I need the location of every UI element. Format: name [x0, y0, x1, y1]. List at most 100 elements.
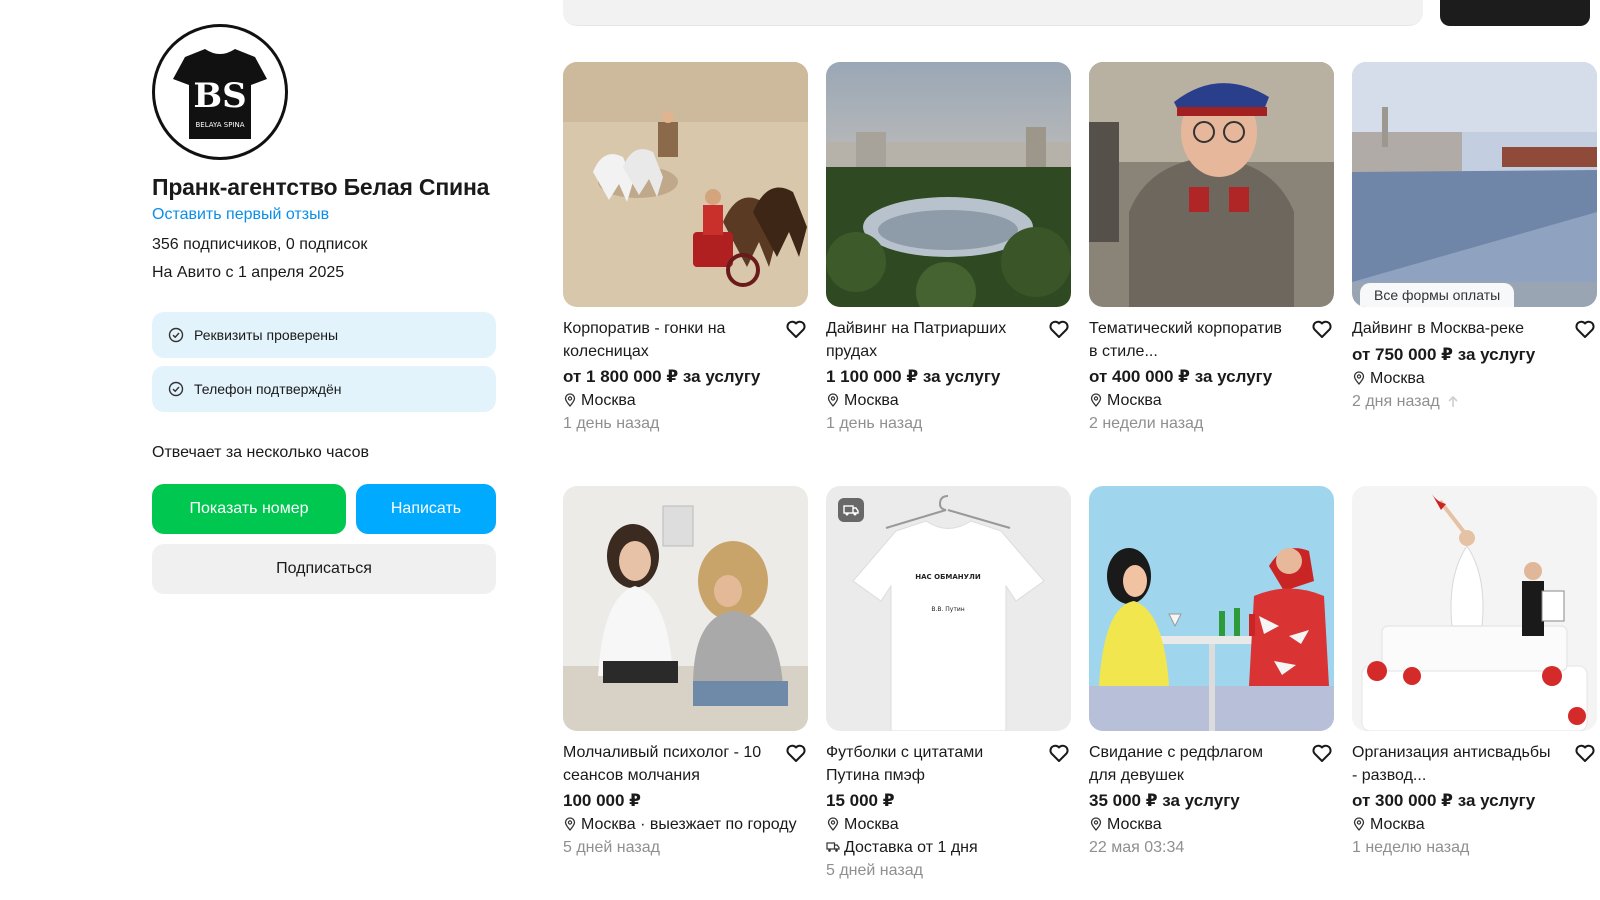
listing-card[interactable]: Дайвинг на Патриарших прудах 1 100 000 ₽… — [826, 62, 1071, 435]
wedding-cake-photo — [1352, 486, 1597, 731]
payment-options-badge: Все формы оплаты — [1360, 283, 1515, 307]
listing-location: Москва — [1352, 367, 1597, 390]
location-pin-icon — [1090, 393, 1102, 407]
listing-price: 100 000 ₽ — [563, 791, 642, 810]
listing-card[interactable]: НАС ОБМАНУЛИ В.В. Путин Футболки с цитат… — [826, 486, 1071, 882]
listing-title[interactable]: Дайвинг на Патриарших прудах — [826, 317, 1031, 363]
delivery-text: Доставка от 1 дня — [844, 839, 978, 856]
location-pin-icon — [1353, 817, 1365, 831]
search-button[interactable] — [1440, 0, 1590, 26]
listing-card[interactable]: Свидание с редфлагом для девушек 35 000 … — [1089, 486, 1334, 859]
logo-text: BS — [193, 76, 246, 116]
listing-card[interactable]: Тематический корпоратив в стиле... от 40… — [1089, 62, 1334, 435]
location-pin-icon — [827, 393, 839, 407]
seller-name: Пранк-агентство Белая Спина — [152, 174, 490, 200]
location-pin-icon — [1090, 817, 1102, 831]
listing-date-row: 2 дня назад — [1352, 390, 1597, 413]
logo-subtext: BELAYA SPINA — [195, 121, 244, 129]
listing-date: 5 дней назад — [563, 839, 660, 856]
psychologist-photo — [563, 486, 808, 731]
listing-delivery: Доставка от 1 дня — [826, 836, 1071, 859]
listing-title[interactable]: Организация антисвадьбы - развод... — [1352, 741, 1557, 787]
chariot-race-photo — [563, 62, 808, 307]
listing-location: Москва — [1089, 813, 1334, 836]
phone-verified-badge: Телефон подтверждён — [152, 366, 496, 412]
listing-card[interactable]: Все формы оплаты Дайвинг в Москва-реке о… — [1352, 62, 1597, 413]
listing-photo[interactable]: НАС ОБМАНУЛИ В.В. Путин — [826, 486, 1071, 731]
listing-date: 1 день назад — [826, 415, 923, 432]
listing-card[interactable]: Организация антисвадьбы - развод... от 3… — [1352, 486, 1597, 859]
listing-photo[interactable]: Все формы оплаты — [1352, 62, 1597, 307]
location-text: Москва — [581, 392, 636, 409]
listing-location: Москва · выезжает по городу — [563, 813, 808, 836]
location-text: Москва — [844, 392, 899, 409]
response-time: Отвечает за несколько часов — [152, 444, 369, 461]
location-text: Москва · выезжает по городу — [581, 816, 797, 833]
tshirt-quote: НАС ОБМАНУЛИ — [915, 573, 981, 581]
listing-title[interactable]: Молчаливый психолог - 10 сеансов молчани… — [563, 741, 768, 787]
listing-title[interactable]: Футболки с цитатами Путина пмэф — [826, 741, 1031, 787]
heart-icon[interactable] — [784, 317, 808, 341]
avatar[interactable]: BS BELAYA SPINA — [152, 24, 288, 160]
badge-label: Телефон подтверждён — [194, 381, 342, 397]
listing-price: от 750 000 ₽ за услугу — [1352, 345, 1536, 364]
delivery-truck-icon — [826, 842, 840, 852]
listing-title[interactable]: Свидание с редфлагом для девушек — [1089, 741, 1294, 787]
tshirt-author: В.В. Путин — [931, 606, 964, 613]
listing-date: 5 дней назад — [826, 862, 923, 879]
listing-card[interactable]: Молчаливый психолог - 10 сеансов молчани… — [563, 486, 808, 859]
verified-details-badge: Реквизиты проверены — [152, 312, 496, 358]
location-text: Москва — [844, 816, 899, 833]
member-since: На Авито с 1 апреля 2025 — [152, 264, 345, 281]
listing-title[interactable]: Корпоратив - гонки на колесницах — [563, 317, 768, 363]
heart-icon[interactable] — [1573, 741, 1597, 765]
redflag-date-illustration — [1089, 486, 1334, 731]
location-pin-icon — [564, 393, 576, 407]
listing-location: Москва — [563, 389, 808, 412]
listing-photo[interactable] — [563, 62, 808, 307]
location-text: Москва — [1107, 392, 1162, 409]
listing-price: от 400 000 ₽ за услугу — [1089, 367, 1273, 386]
seller-sidebar: BS BELAYA SPINA Пранк-агентство Белая Сп… — [152, 24, 496, 594]
check-circle-icon — [168, 381, 184, 397]
tshirt-photo: НАС ОБМАНУЛИ В.В. Путин — [826, 486, 1071, 731]
location-pin-icon — [1353, 371, 1365, 385]
location-text: Москва — [1370, 370, 1425, 387]
listing-photo[interactable] — [563, 486, 808, 731]
write-message-button[interactable]: Написать — [356, 484, 496, 534]
heart-icon[interactable] — [1573, 317, 1597, 341]
patriarch-ponds-photo — [826, 62, 1071, 307]
show-phone-button[interactable]: Показать номер — [152, 484, 346, 534]
listing-location: Москва — [826, 813, 1071, 836]
heart-icon[interactable] — [1047, 317, 1071, 341]
listing-photo[interactable] — [826, 62, 1071, 307]
listing-price: 1 100 000 ₽ за услугу — [826, 367, 1001, 386]
listing-photo[interactable] — [1089, 486, 1334, 731]
heart-icon[interactable] — [784, 741, 808, 765]
listing-location: Москва — [1089, 389, 1334, 412]
listing-location: Москва — [826, 389, 1071, 412]
heart-icon[interactable] — [1047, 741, 1071, 765]
subscribers-count: 356 подписчиков, 0 подписок — [152, 236, 368, 253]
search-bar[interactable] — [563, 0, 1423, 26]
subscribe-button[interactable]: Подписаться — [152, 544, 496, 594]
location-text: Москва — [1370, 816, 1425, 833]
listing-date: 1 неделю назад — [1352, 839, 1470, 856]
listing-card[interactable]: Корпоратив - гонки на колесницах от 1 80… — [563, 62, 808, 435]
listing-photo[interactable] — [1089, 62, 1334, 307]
heart-icon[interactable] — [1310, 741, 1334, 765]
listing-date: 22 мая 03:34 — [1089, 839, 1185, 856]
heart-icon[interactable] — [1310, 317, 1334, 341]
promoted-arrow-icon — [1448, 395, 1458, 407]
moscow-river-photo — [1352, 62, 1597, 307]
listing-price: от 300 000 ₽ за услугу — [1352, 791, 1536, 810]
listing-price: 15 000 ₽ — [826, 791, 895, 810]
listing-date: 2 дня назад — [1352, 393, 1440, 410]
listing-title[interactable]: Дайвинг в Москва-реке — [1352, 317, 1557, 340]
check-circle-icon — [168, 327, 184, 343]
listing-photo[interactable] — [1352, 486, 1597, 731]
listing-price: 35 000 ₽ за услугу — [1089, 791, 1240, 810]
soviet-officer-photo — [1089, 62, 1334, 307]
listing-title[interactable]: Тематический корпоратив в стиле... — [1089, 317, 1294, 363]
leave-review-link[interactable]: Оставить первый отзыв — [152, 204, 496, 226]
